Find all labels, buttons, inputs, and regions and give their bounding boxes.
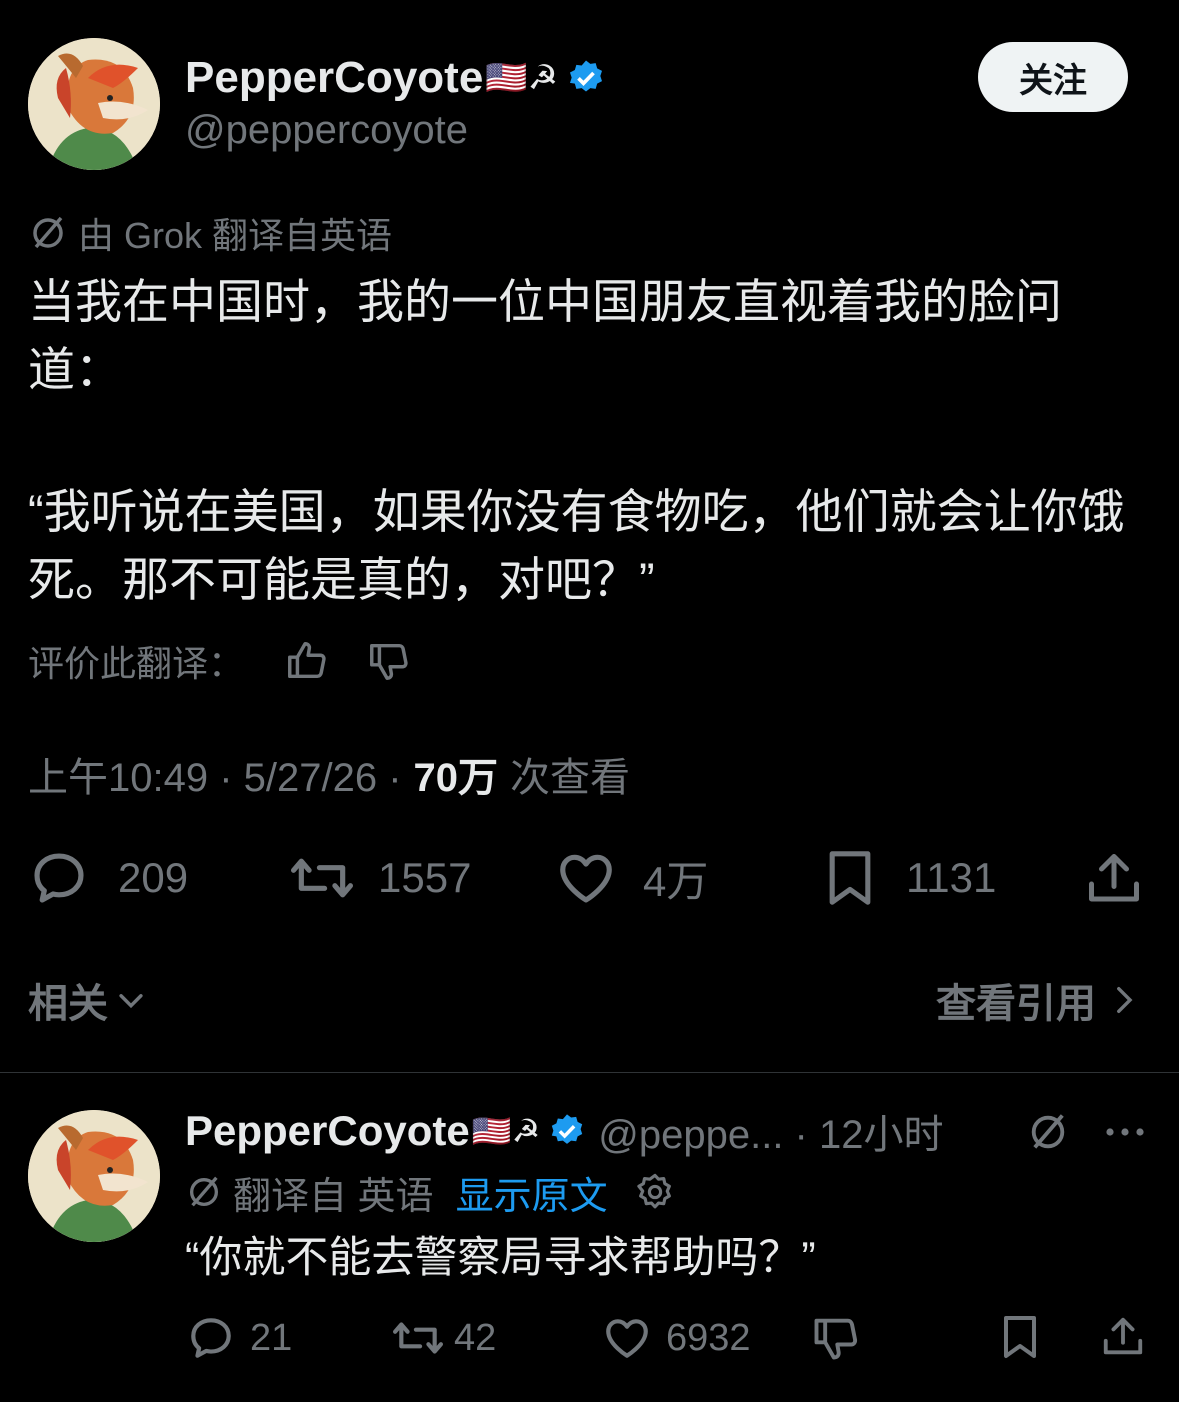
view-quotes-link[interactable]: 查看引用 xyxy=(936,974,1140,1026)
reply-author-name-emoji: 🇺🇸☭ xyxy=(471,1113,541,1149)
like-count: 4万 xyxy=(643,857,709,905)
bookmark-count: 1131 xyxy=(906,854,997,901)
thumbs-down-icon[interactable] xyxy=(366,638,412,684)
related-toggle[interactable]: 相关 xyxy=(28,974,148,1026)
timestamp-row: 上午10:49 · 5/27/26 · 70万 次查看 xyxy=(28,748,630,800)
reply-translation-row: 翻译自 英语 显示原文 xyxy=(185,1166,676,1218)
reply-name-row[interactable]: PepperCoyote 🇺🇸☭ @peppe... · 12小时 xyxy=(185,1104,943,1158)
like-icon xyxy=(555,847,617,909)
tweet-text-paragraph-2: “我听说在美国，如果你没有食物吃，他们就会让你饿死。那不可能是真的，对吧？” xyxy=(28,485,1125,606)
share-icon[interactable] xyxy=(1084,848,1144,910)
author-handle[interactable]: @peppercoyote xyxy=(185,108,468,153)
repost-count: 1557 xyxy=(378,854,472,901)
reply-icon xyxy=(28,847,90,909)
thumbs-down-icon[interactable] xyxy=(810,1312,862,1364)
like-icon xyxy=(602,1313,652,1363)
show-original-link[interactable]: 显示原文 xyxy=(456,1165,608,1220)
reply-author-display-name[interactable]: PepperCoyote xyxy=(185,1107,470,1155)
reply-like-count: 6932 xyxy=(666,1316,751,1359)
repost-icon xyxy=(390,1313,446,1363)
related-label: 相关 xyxy=(28,982,108,1026)
rate-translation-label: 评价此翻译： xyxy=(28,643,245,684)
thumbs-up-icon[interactable] xyxy=(284,638,330,684)
reply-action[interactable]: 209 xyxy=(28,848,188,908)
views-count: 70万 xyxy=(413,756,499,800)
reply-count: 209 xyxy=(118,854,189,901)
view-quotes-label: 查看引用 xyxy=(936,982,1096,1026)
repost-icon xyxy=(288,847,356,909)
translate-icon[interactable] xyxy=(1026,1110,1070,1154)
rate-translation: 评价此翻译： xyxy=(28,636,412,686)
translation-note[interactable]: 由 Grok 翻译自英语 xyxy=(28,210,392,256)
reply-icon xyxy=(186,1313,236,1363)
share-icon[interactable] xyxy=(1100,1312,1146,1362)
author-name-row[interactable]: PepperCoyote 🇺🇸☭ xyxy=(185,52,606,104)
reply-reply-action[interactable]: 21 xyxy=(186,1312,292,1364)
repost-action[interactable]: 1557 xyxy=(288,848,471,908)
author-display-name[interactable]: PepperCoyote xyxy=(185,53,483,103)
translate-icon xyxy=(185,1173,223,1211)
reply-repost-count: 42 xyxy=(454,1316,497,1359)
verified-badge-icon xyxy=(548,1112,586,1150)
reply-handle-time[interactable]: @peppe... · 12小时 xyxy=(598,1102,943,1160)
author-name-emoji: 🇺🇸☭ xyxy=(485,59,559,97)
reply-translated-from: 翻译自 英语 xyxy=(233,1175,434,1218)
more-icon[interactable] xyxy=(1102,1112,1148,1152)
chevron-down-icon xyxy=(114,983,148,1017)
reply-repost-action[interactable]: 42 xyxy=(390,1312,496,1364)
section-divider xyxy=(0,1072,1179,1073)
bookmark-icon xyxy=(822,847,878,909)
reply-reply-count: 21 xyxy=(250,1316,293,1359)
translation-note-label: 由 Grok 翻译自英语 xyxy=(78,215,393,256)
timestamp[interactable]: 上午10:49 · 5/27/26 · xyxy=(28,745,402,803)
like-action[interactable]: 4万 xyxy=(555,848,708,908)
bookmark-action[interactable]: 1131 xyxy=(822,848,996,908)
bookmark-icon[interactable] xyxy=(998,1312,1042,1362)
author-avatar[interactable] xyxy=(28,38,160,170)
reply-text: “你就不能去警察局寻求帮助吗？” xyxy=(185,1234,816,1282)
views-label: 次查看 xyxy=(510,756,631,800)
tweet-text-paragraph-1: 当我在中国时，我的一位中国朋友直视着我的脸问道： xyxy=(28,275,1062,396)
follow-button[interactable]: 关注 xyxy=(978,42,1128,112)
translate-icon xyxy=(28,213,68,253)
verified-badge-icon xyxy=(566,58,606,98)
reply-like-action[interactable]: 6932 xyxy=(602,1312,751,1364)
reply-author-avatar[interactable] xyxy=(28,1110,160,1242)
gear-icon[interactable] xyxy=(634,1171,676,1213)
chevron-right-icon xyxy=(1106,983,1140,1017)
